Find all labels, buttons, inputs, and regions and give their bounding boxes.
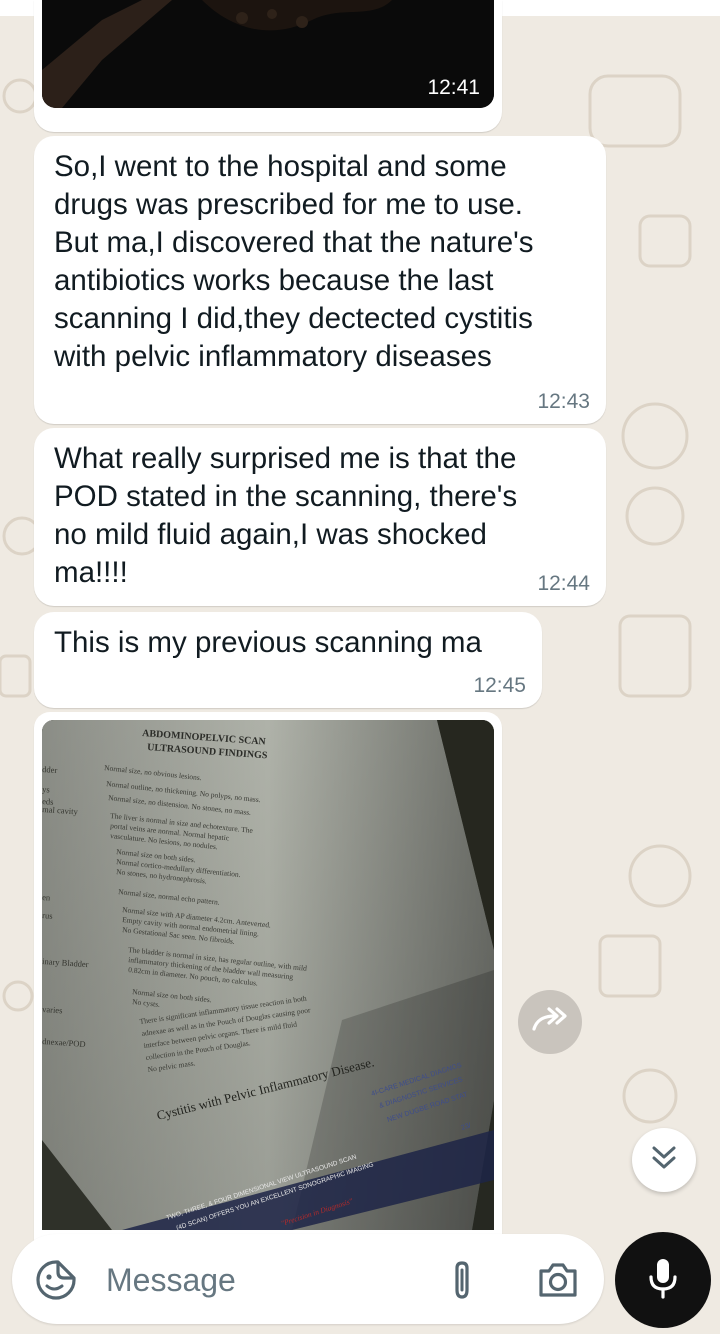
- photo-thumbnail[interactable]: 12:41: [42, 0, 494, 108]
- forward-button[interactable]: [518, 990, 582, 1054]
- scan-label: rus: [42, 910, 53, 921]
- voice-record-button[interactable]: [615, 1232, 711, 1328]
- incoming-message[interactable]: What really surprised me is that the POD…: [34, 428, 606, 606]
- scroll-to-bottom-button[interactable]: [632, 1128, 696, 1192]
- message-text: What really surprised me is that the POD…: [54, 442, 518, 589]
- message-input[interactable]: [104, 1254, 408, 1306]
- scan-label: en: [42, 892, 51, 903]
- scan-label: varies: [42, 1004, 63, 1015]
- photo-content: [42, 0, 494, 108]
- sticker-icon[interactable]: [34, 1258, 78, 1302]
- message-time: 12:43: [537, 390, 590, 413]
- double-chevron-down-icon: [651, 1144, 677, 1177]
- microphone-icon: [648, 1257, 678, 1304]
- message-text: So,I went to the hospital and some drugs…: [54, 150, 534, 373]
- forward-icon: [531, 1005, 569, 1040]
- paperclip-icon[interactable]: [442, 1258, 482, 1302]
- scan-report-photo[interactable]: ABDOMINOPELVIC SCAN ULTRASOUND FINDINGS …: [42, 720, 494, 1230]
- message-composer: [12, 1234, 604, 1324]
- message-time: 12:45: [473, 674, 526, 697]
- message-time: 12:44: [537, 572, 590, 595]
- camera-icon[interactable]: [534, 1258, 582, 1302]
- photo-message-scan[interactable]: ABDOMINOPELVIC SCAN ULTRASOUND FINDINGS …: [34, 712, 502, 1242]
- message-text: This is my previous scanning ma: [54, 626, 482, 659]
- scan-report-image: ABDOMINOPELVIC SCAN ULTRASOUND FINDINGS …: [42, 720, 494, 1230]
- photo-message-top[interactable]: 12:41: [34, 0, 502, 132]
- scan-label: ys: [42, 784, 50, 795]
- message-time: 12:41: [427, 76, 480, 99]
- scan-label: dder: [42, 764, 58, 775]
- incoming-message[interactable]: This is my previous scanning ma 12:45: [34, 612, 542, 708]
- incoming-message[interactable]: So,I went to the hospital and some drugs…: [34, 136, 606, 424]
